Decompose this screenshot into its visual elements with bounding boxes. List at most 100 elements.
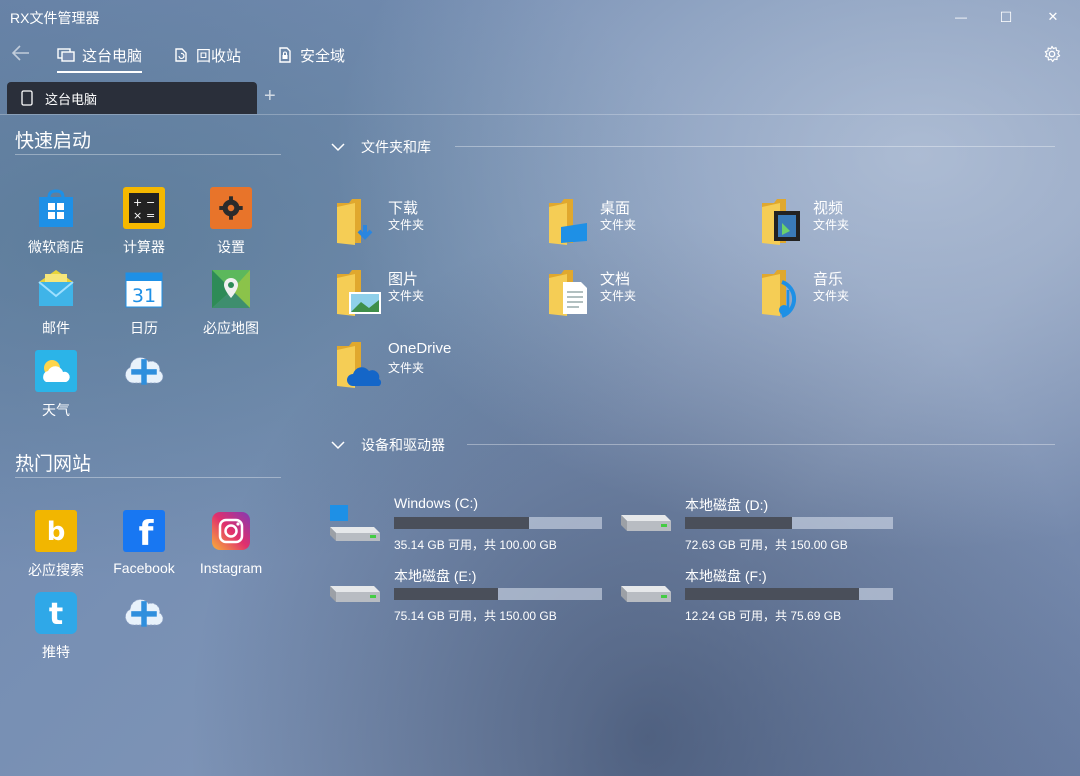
tab-this-pc[interactable]: 这台电脑 <box>7 82 257 114</box>
video-folder-icon <box>762 199 800 245</box>
hot-sites-title: 热门网站 <box>15 454 92 475</box>
devices-title: 设备和驱动器 <box>361 437 445 453</box>
folder-downloads[interactable]: 下载 文件夹 <box>335 197 535 257</box>
instagram-icon <box>210 510 252 552</box>
devices-header[interactable]: 设备和驱动器 <box>331 435 445 455</box>
group-divider <box>467 444 1055 445</box>
folder-onedrive[interactable]: OneDrive 文件夹 <box>335 340 535 400</box>
svg-text:b: b <box>47 517 66 546</box>
drive-d[interactable]: 本地磁盘 (D:) 72.63 GB 可用，共 150.00 GB <box>619 495 899 555</box>
nav-label: 安全域 <box>300 47 346 65</box>
folder-documents[interactable]: 文档 文件夹 <box>547 268 747 328</box>
app-title: RX文件管理器 <box>10 10 100 26</box>
recycle-bin-icon <box>175 48 187 62</box>
store-icon <box>35 187 77 229</box>
drive-c[interactable]: Windows (C:) 35.14 GB 可用，共 100.00 GB <box>328 495 608 555</box>
nav-label: 回收站 <box>196 47 242 65</box>
map-icon <box>210 268 252 310</box>
site-twitter[interactable]: t 推特 <box>19 592 93 662</box>
drive-icon <box>330 586 380 602</box>
add-icon <box>123 592 165 634</box>
usage-bar <box>394 588 602 600</box>
add-tab-button[interactable]: + <box>264 85 276 108</box>
tab-label: 这台电脑 <box>45 91 98 107</box>
settings-icon <box>210 187 252 229</box>
folder-music[interactable]: 音乐 文件夹 <box>760 268 960 328</box>
section-divider <box>15 154 281 155</box>
app-settings[interactable]: 设置 <box>194 187 268 257</box>
folder-desktop[interactable]: 桌面 文件夹 <box>547 197 747 257</box>
drive-icon <box>621 515 671 531</box>
usage-bar <box>685 588 893 600</box>
back-button[interactable] <box>8 40 34 66</box>
app-bing-maps[interactable]: 必应地图 <box>194 268 268 338</box>
libraries-header[interactable]: 文件夹和库 <box>331 137 431 157</box>
settings-button[interactable] <box>1040 42 1064 66</box>
documents-folder-icon <box>549 270 587 316</box>
gear-icon <box>1044 45 1061 63</box>
add-icon <box>123 350 165 392</box>
add-app-button[interactable] <box>107 350 181 420</box>
libraries-title: 文件夹和库 <box>361 139 431 155</box>
twitter-icon: t <box>35 592 77 634</box>
drive-f[interactable]: 本地磁盘 (F:) 12.24 GB 可用，共 75.69 GB <box>619 566 899 626</box>
nav-label: 这台电脑 <box>82 47 143 65</box>
arrow-left-icon <box>12 45 29 61</box>
section-divider <box>15 477 281 478</box>
usage-fill <box>394 588 498 600</box>
nav-recycle-bin[interactable]: 回收站 <box>173 42 241 68</box>
add-site-button[interactable] <box>107 592 181 662</box>
site-facebook[interactable]: f Facebook <box>107 510 181 580</box>
svg-text:31: 31 <box>132 285 156 307</box>
active-indicator <box>57 71 143 73</box>
usage-fill <box>394 517 529 529</box>
facebook-icon: f <box>123 510 165 552</box>
close-button[interactable]: ✕ <box>1030 4 1076 30</box>
nav-secure-area[interactable]: 安全域 <box>277 42 345 68</box>
quick-launch-title: 快速启动 <box>15 131 92 152</box>
tab-divider <box>0 114 1080 115</box>
svg-text:×: × <box>133 209 142 222</box>
calendar-icon: 31 <box>123 268 165 310</box>
weather-icon <box>35 350 77 392</box>
svg-text:−: − <box>146 196 155 209</box>
tablet-icon <box>21 90 33 106</box>
maximize-button[interactable]: ☐ <box>983 4 1029 30</box>
mail-icon <box>35 268 77 310</box>
drive-icon <box>621 586 671 602</box>
onedrive-folder-icon <box>337 342 382 388</box>
bing-icon: b <box>35 510 77 552</box>
music-folder-icon <box>762 270 797 318</box>
download-folder-icon <box>337 199 373 245</box>
system-drive-icon <box>330 505 380 541</box>
desktop-folder-icon <box>549 199 587 245</box>
app-ms-store[interactable]: 微软商店 <box>19 187 93 257</box>
app-mail[interactable]: 邮件 <box>19 268 93 338</box>
lock-icon <box>279 47 291 63</box>
svg-text:=: = <box>146 209 155 222</box>
folder-videos[interactable]: 视频 文件夹 <box>760 197 960 257</box>
calculator-icon: + − × = <box>123 187 165 229</box>
svg-text:f: f <box>139 514 155 548</box>
svg-text:t: t <box>49 597 63 630</box>
folder-pictures[interactable]: 图片 文件夹 <box>335 268 535 328</box>
app-calculator[interactable]: + − × = 计算器 <box>107 187 181 257</box>
pc-icon <box>57 48 75 62</box>
nav-this-pc[interactable]: 这台电脑 <box>57 42 143 73</box>
group-divider <box>455 146 1055 147</box>
drive-e[interactable]: 本地磁盘 (E:) 75.14 GB 可用，共 150.00 GB <box>328 566 608 626</box>
minimize-button[interactable]: — <box>938 4 984 30</box>
pictures-folder-icon <box>337 270 381 316</box>
usage-fill <box>685 588 860 600</box>
site-instagram[interactable]: Instagram <box>194 510 268 580</box>
svg-text:+: + <box>133 196 142 209</box>
usage-bar <box>394 517 602 529</box>
usage-fill <box>685 517 793 529</box>
app-calendar[interactable]: 31 日历 <box>107 268 181 338</box>
chevron-down-icon <box>331 143 345 152</box>
app-weather[interactable]: 天气 <box>19 350 93 420</box>
site-bing[interactable]: b 必应搜索 <box>19 510 93 580</box>
usage-bar <box>685 517 893 529</box>
chevron-down-icon <box>331 441 345 450</box>
title-bar: RX文件管理器 — ☐ ✕ <box>0 0 1080 34</box>
